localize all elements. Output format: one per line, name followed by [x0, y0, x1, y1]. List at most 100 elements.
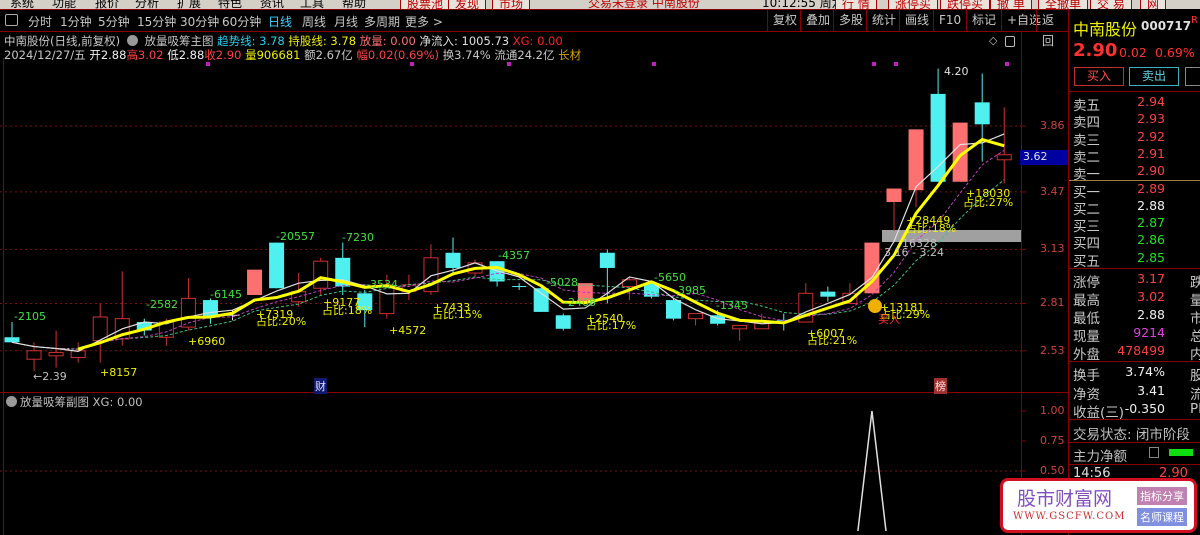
quote-flag: R — [1191, 15, 1198, 26]
buy-button[interactable]: 买入 — [1074, 67, 1124, 86]
signal-dot — [1005, 62, 1009, 66]
sub-indicator-dropdown-icon[interactable] — [6, 396, 17, 407]
buy-signal-icon — [868, 299, 882, 313]
stats-row: 外盘 478499 内 — [1073, 343, 1200, 363]
watermark-title: 股市财富网 — [1017, 488, 1113, 510]
fund-row: 净资 3.41 流 — [1073, 382, 1200, 403]
y-tick-label: 2.81 — [1040, 296, 1065, 310]
row-label: 最低 — [1073, 311, 1100, 327]
row-value: 2.88 — [1137, 197, 1165, 213]
book-row: 卖三 2.92 — [1073, 128, 1200, 149]
candle-up — [688, 313, 704, 320]
row-value: 3.74% — [1125, 364, 1165, 379]
row-label: 外盘 — [1073, 347, 1100, 363]
watermark-url: WWW.GSCFW.COM — [1013, 511, 1126, 522]
book-row: 卖一 2.90 — [1073, 163, 1200, 183]
chart-annotation: -6145 — [210, 288, 242, 301]
sub-y-tick-label: 0.50 — [1040, 464, 1065, 477]
y-tick-label: 2.53 — [1040, 343, 1065, 357]
watermark-tag-courses: 名师课程 — [1137, 508, 1187, 526]
chart-annotation: 占比:27% — [963, 196, 1014, 209]
row-value: 3.41 — [1137, 382, 1165, 398]
row-label: 换手 — [1073, 368, 1100, 384]
row-value: -0.350 — [1124, 401, 1165, 416]
candle-down — [445, 252, 461, 268]
signal-dot — [410, 62, 414, 66]
row-value: 2.87 — [1137, 215, 1165, 231]
candle-down — [599, 252, 615, 268]
row-extra-label: 流 — [1190, 386, 1200, 403]
chart-annotation: 买入 — [878, 313, 900, 326]
sub-y-tick-label: 0.75 — [1040, 434, 1065, 447]
y-tick-label: 3.13 — [1040, 242, 1065, 256]
row-extra-label: 内 — [1190, 347, 1200, 363]
candle-down — [820, 291, 836, 297]
quick-button-5[interactable]: 交 易 — [1090, 0, 1132, 9]
ma-line-gray — [11, 138, 1005, 350]
watermark: 股市财富网 WWW.GSCFW.COM 指标分享 名师课程 — [1000, 478, 1197, 533]
chart-annotation: -20557 — [276, 230, 315, 243]
candle-up — [313, 260, 329, 289]
row-value: 2.86 — [1137, 232, 1165, 248]
ma-line-white — [11, 133, 1005, 352]
chart-annotation: -3534 — [366, 278, 398, 291]
candle-down — [202, 300, 218, 317]
quote-change: 0.02 — [1119, 45, 1147, 60]
row-label: 净资 — [1073, 386, 1100, 403]
quote-name: 中南股份 — [1073, 20, 1138, 39]
current-price-tag: 3.62 — [1020, 150, 1068, 165]
quote-price: 2.90 — [1073, 40, 1118, 61]
chart-annotation: 3.16 - 3.24 — [884, 246, 944, 259]
book-row: 卖五 2.94 — [1073, 94, 1200, 114]
signal-dot — [652, 62, 656, 66]
signal-dot — [894, 62, 898, 66]
chart-annotation: -2408 — [564, 296, 596, 309]
quote-code: 000717 — [1141, 19, 1192, 33]
row-value: 2.93 — [1137, 111, 1165, 127]
row-extra-label: 股 — [1190, 368, 1200, 384]
main-net-bar — [1169, 449, 1193, 456]
row-value: 2.89 — [1137, 180, 1165, 196]
row-label: 最高 — [1073, 293, 1100, 309]
trade-status: 交易状态: 闭市阶段 — [1073, 427, 1190, 443]
quote-panel: 中南股份 000717 R 2.90 0.02 0.69% 买入 卖出 卖五 2.… — [1068, 9, 1200, 535]
sub-indicator-name[interactable]: 放量吸筹副图 — [20, 395, 89, 409]
candle-up — [48, 351, 64, 357]
signal-dot — [872, 62, 876, 66]
main-net-label: 主力净额 — [1073, 449, 1127, 465]
more-button[interactable] — [1185, 67, 1200, 86]
fund-row: 收益(三)-0.350 PE — [1073, 401, 1200, 421]
chart-annotation: -2105 — [14, 310, 46, 323]
candle-up — [732, 324, 748, 330]
candle-up-solid — [247, 269, 263, 295]
chart-annotation: +8157 — [100, 366, 138, 379]
stats-row: 最高 3.02 量 — [1073, 289, 1200, 309]
row-value: 3.02 — [1137, 289, 1165, 304]
sell-button[interactable]: 卖出 — [1129, 67, 1179, 86]
row-value: 2.91 — [1137, 145, 1165, 161]
book-row: 买三 2.87 — [1073, 215, 1200, 235]
row-value: 2.94 — [1137, 94, 1165, 109]
chart-annotation: 占比:18% — [322, 304, 373, 317]
candle-down — [974, 102, 990, 125]
candle-up — [996, 154, 1012, 161]
candle-down — [269, 242, 285, 289]
row-extra-label: 量 — [1190, 293, 1200, 309]
ranking-badge[interactable]: 榜 — [934, 378, 947, 394]
chart-annotation: -2582 — [146, 298, 178, 311]
candle-up-solid — [908, 129, 924, 191]
quick-button-6[interactable]: 网 — [1140, 0, 1167, 9]
fund-row: 换手 3.74% 股 — [1073, 364, 1200, 384]
quote-pct: 0.69% — [1155, 45, 1195, 60]
row-value: 2.92 — [1137, 128, 1165, 144]
chart-annotation: 占比:15% — [432, 308, 483, 321]
book-row: 买四 2.86 — [1073, 232, 1200, 252]
candle-up — [26, 350, 42, 360]
row-extra-label: 跌 — [1190, 275, 1200, 291]
finance-badge[interactable]: 财 — [314, 378, 327, 394]
row-value: 3.17 — [1137, 271, 1165, 286]
candlestick-chart[interactable] — [0, 0, 1068, 535]
sub-y-tick-label: 1.00 — [1040, 404, 1065, 417]
detail-icon[interactable] — [1149, 447, 1159, 458]
signal-dot — [206, 62, 210, 66]
